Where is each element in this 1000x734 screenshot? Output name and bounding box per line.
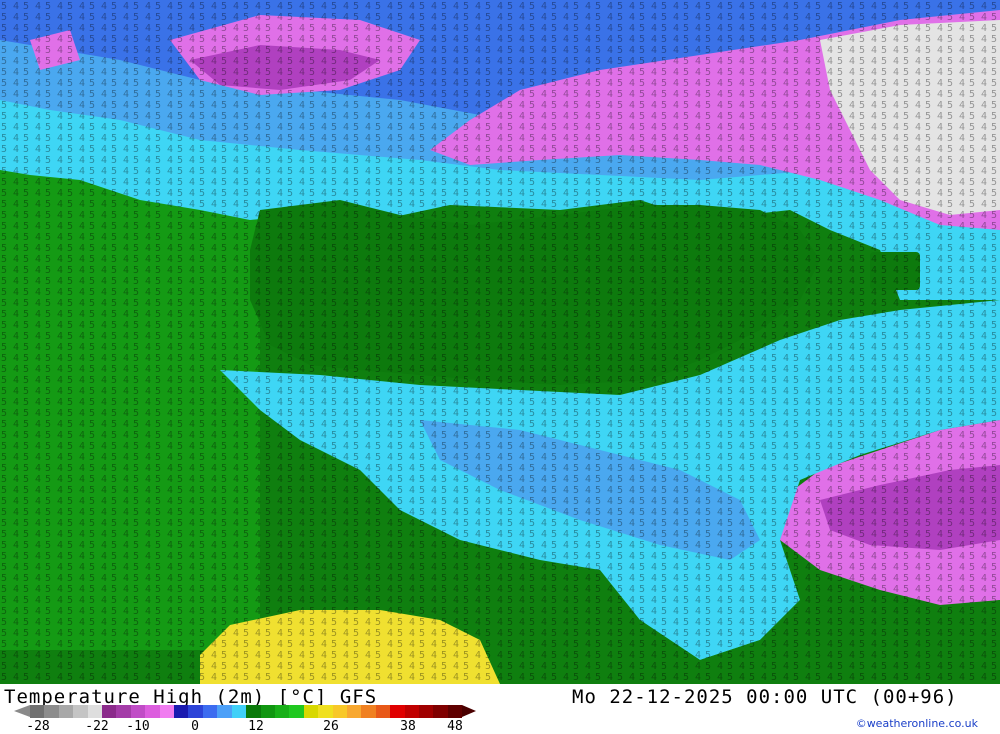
legend-swatch	[116, 705, 131, 718]
legend-tick: 38	[400, 719, 416, 734]
legend-swatch	[159, 705, 175, 718]
grid-values-texture	[0, 0, 1000, 684]
legend-swatch	[44, 705, 59, 718]
legend-swatch	[246, 705, 261, 718]
footer-bar: Temperature High (2m) [°C] GFS Mo 22-12-…	[0, 684, 1000, 734]
legend-arrow-right-icon	[462, 705, 476, 717]
legend-swatch	[231, 705, 247, 718]
legend-swatch	[30, 705, 45, 718]
legend-swatch	[289, 705, 304, 718]
legend-swatch	[404, 705, 419, 718]
legend-tick: -28	[26, 719, 50, 734]
legend-swatch	[87, 705, 103, 718]
legend-swatch	[332, 705, 347, 718]
legend-swatch	[145, 705, 160, 718]
legend-swatch	[303, 705, 319, 718]
legend-swatch	[375, 705, 391, 718]
legend-tick: 26	[323, 719, 339, 734]
temperature-map: 5 4	[0, 0, 1000, 684]
legend-swatch	[73, 705, 88, 718]
legend-swatch	[188, 705, 203, 718]
legend-swatch	[346, 705, 362, 718]
legend-swatch	[202, 705, 218, 718]
legend-swatch	[318, 705, 333, 718]
legend-swatch	[447, 705, 463, 718]
legend-swatch	[174, 705, 189, 718]
legend-tick: 0	[191, 719, 199, 734]
legend-tick: -22	[85, 719, 109, 734]
legend-swatch	[274, 705, 290, 718]
color-legend	[30, 705, 463, 718]
legend-tick: 48	[447, 719, 463, 734]
legend-swatch	[130, 705, 146, 718]
legend-tick: 12	[248, 719, 264, 734]
forecast-datetime: Mo 22-12-2025 00:00 UTC (00+96)	[572, 686, 958, 708]
legend-swatch	[433, 705, 448, 718]
legend-arrow-left-icon	[14, 705, 30, 717]
legend-swatch	[390, 705, 405, 718]
legend-swatch	[58, 705, 74, 718]
legend-swatch	[260, 705, 275, 718]
legend-swatch	[102, 705, 117, 718]
legend-swatch	[217, 705, 232, 718]
legend-swatch	[361, 705, 376, 718]
credit-link[interactable]: ©weatheronline.co.uk	[856, 717, 978, 730]
legend-tick: -10	[126, 719, 150, 734]
legend-swatch	[418, 705, 434, 718]
